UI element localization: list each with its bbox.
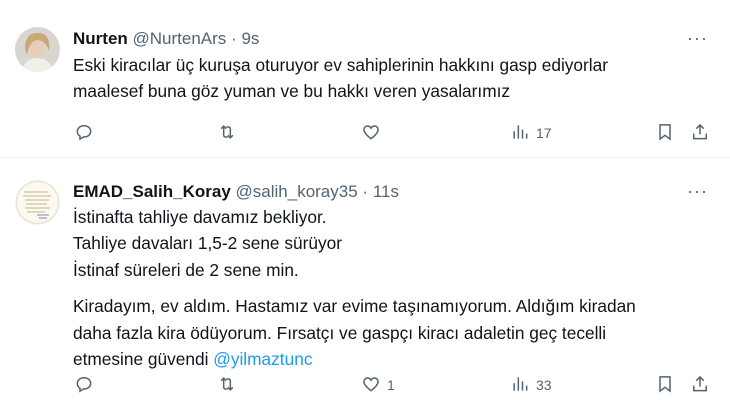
reply-icon (74, 374, 94, 397)
tweet-text-line: maalesef buna göz yuman ve bu hakkı vere… (73, 81, 511, 102)
timestamp[interactable]: 9s (241, 29, 259, 48)
tweet-text-line: Tahliye davaları 1,5-2 sene sürüyor (73, 233, 342, 254)
bookmark-icon (655, 374, 675, 397)
action-bar: 17 (0, 121, 730, 145)
timestamp[interactable]: 11s (373, 182, 399, 201)
like-button[interactable] (361, 121, 387, 145)
views-icon (510, 374, 530, 397)
avatar[interactable] (15, 27, 60, 72)
retweet-button[interactable] (217, 121, 243, 145)
share-button[interactable] (690, 121, 710, 145)
more-options-icon[interactable]: ··· (687, 28, 708, 49)
action-bar: 1 33 (0, 373, 730, 397)
like-icon (361, 374, 381, 397)
share-icon (690, 374, 710, 397)
views-button[interactable]: 33 (510, 373, 552, 397)
tweet-text-line: etmesine güvendi @yilmaztunc (73, 346, 636, 372)
tweet-text: Eski kiracılar üç kuruşa oturuyor ev sah… (73, 52, 608, 105)
retweet-icon (217, 374, 237, 397)
tweet-header: Nurten @NurtenArs · 9s (73, 29, 259, 49)
bookmark-button[interactable] (655, 121, 675, 145)
tweet-text: İstinafta tahliye davamız bekliyor. Tahl… (73, 204, 636, 372)
tweet-header: EMAD_Salih_Koray @salih_koray35 · 11s (73, 182, 399, 202)
tweet-text-line: Eski kiracılar üç kuruşa oturuyor ev sah… (73, 55, 609, 75)
reply-button[interactable] (74, 121, 100, 145)
like-button[interactable]: 1 (361, 373, 395, 397)
like-count: 1 (387, 377, 395, 393)
tweet-text-line: İstinaf süreleri de 2 sene min. (73, 259, 299, 280)
views-button[interactable]: 17 (510, 121, 552, 145)
separator-dot: · (362, 182, 369, 201)
retweet-button[interactable] (217, 373, 243, 397)
share-button[interactable] (690, 373, 710, 397)
retweet-icon (217, 122, 237, 145)
reply-icon (74, 122, 94, 145)
separator-dot: · (231, 29, 237, 48)
reply-button[interactable] (74, 373, 100, 397)
like-icon (361, 122, 381, 145)
views-count: 33 (536, 377, 552, 393)
user-handle[interactable]: @salih_koray35 (236, 182, 358, 201)
avatar[interactable] (15, 180, 60, 225)
views-count: 17 (536, 125, 552, 141)
tweet-text-fragment: etmesine güvendi (73, 349, 209, 370)
tweet-text-line: Kiradayım, ev aldım. Hastamız var evime … (73, 296, 636, 317)
share-icon (690, 122, 710, 145)
tweet[interactable]: Nurten @NurtenArs · 9s ··· Eski kiracıla… (0, 0, 730, 158)
tweet-text-line: İstinafta tahliye davamız bekliyor. (73, 207, 327, 227)
display-name[interactable]: EMAD_Salih_Koray (73, 182, 231, 201)
display-name[interactable]: Nurten (73, 29, 128, 48)
bookmark-icon (655, 122, 675, 145)
more-options-icon[interactable]: ··· (687, 181, 708, 202)
bookmark-button[interactable] (655, 373, 675, 397)
user-handle[interactable]: @NurtenArs (133, 29, 227, 48)
views-icon (510, 122, 530, 145)
tweet-text-line: daha fazla kira ödüyorum. Fırsatçı ve ga… (73, 322, 607, 343)
mention-link[interactable]: @yilmaztunc (213, 349, 312, 369)
